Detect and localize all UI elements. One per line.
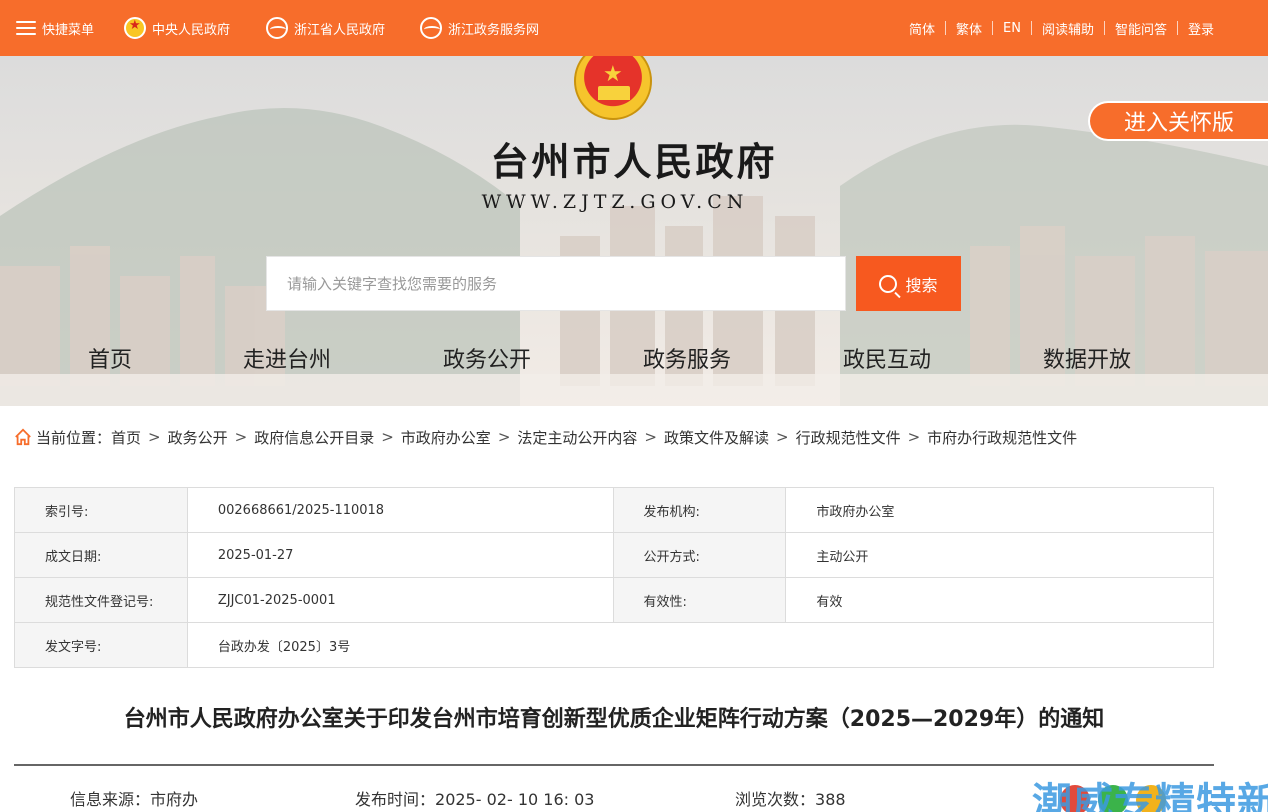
link-zhejiang-gov[interactable]: 浙江省人民政府 bbox=[266, 0, 385, 56]
views-label: 浏览次数： bbox=[735, 790, 816, 809]
home-icon bbox=[15, 428, 31, 446]
site-title: 台州市人民政府 bbox=[490, 139, 778, 184]
link-zhejiang-service-label: 浙江政务服务网 bbox=[448, 22, 540, 38]
views-value: 388 bbox=[815, 790, 846, 809]
document-meta-table: 索引号: 002668661/2025-110018 发布机构: 市政府办公室 … bbox=[14, 487, 1215, 668]
breadcrumb-item[interactable]: 市政府办公室 bbox=[401, 427, 491, 448]
top-bar: 快捷菜单 中央人民政府 浙江省人民政府 浙江政务服务网 简体 繁体 EN 阅读辅… bbox=[0, 0, 1268, 56]
search-icon bbox=[879, 274, 898, 293]
source-value: 市府办 bbox=[150, 790, 199, 809]
breadcrumb-item[interactable]: 首页 bbox=[111, 427, 141, 448]
national-emblem-icon bbox=[124, 17, 146, 39]
chevron-right-icon: > bbox=[776, 428, 789, 446]
table-row: 规范性文件登记号: ZJJC01-2025-0001 有效性: 有效 bbox=[14, 577, 1214, 623]
search-button-label: 搜索 bbox=[905, 275, 938, 295]
breadcrumb-label: 当前位置： bbox=[36, 428, 112, 447]
search-button[interactable]: 搜索 bbox=[856, 256, 961, 311]
breadcrumb-item[interactable]: 政务公开 bbox=[168, 427, 228, 448]
link-central-gov-label: 中央人民政府 bbox=[152, 22, 231, 38]
globe-icon bbox=[420, 17, 442, 39]
docno-label: 发文字号: bbox=[14, 622, 188, 668]
validity-value: 有效 bbox=[785, 577, 1214, 623]
smart-qa-link[interactable]: 智能问答 bbox=[1115, 19, 1167, 38]
breadcrumb-item[interactable]: 市府办行政规范性文件 bbox=[927, 427, 1077, 448]
breadcrumb: 当前位置： 首页 > 政务公开 > 政府信息公开目录 > 市政府办公室 > 法定主动公开… bbox=[14, 425, 1077, 449]
validity-label: 有效性: bbox=[612, 577, 787, 623]
mode-value: 主动公开 bbox=[785, 532, 1214, 578]
nav-interaction[interactable]: 政民互动 bbox=[843, 342, 931, 374]
chevron-right-icon: > bbox=[497, 428, 511, 446]
divider bbox=[992, 21, 993, 35]
simplified-link[interactable]: 简体 bbox=[909, 19, 935, 38]
english-link[interactable]: EN bbox=[1003, 21, 1021, 36]
menu-icon bbox=[16, 21, 36, 35]
chevron-right-icon: > bbox=[644, 428, 657, 446]
index-label: 索引号: bbox=[14, 487, 188, 533]
date-label: 成文日期: bbox=[14, 532, 188, 578]
docno-value: 台政办发〔2025〕3号 bbox=[186, 622, 1215, 668]
reading-aid-link[interactable]: 阅读辅助 bbox=[1042, 19, 1094, 38]
table-row: 成文日期: 2025-01-27 公开方式: 主动公开 bbox=[14, 532, 1214, 578]
info-publish-time: 发布时间：2025- 02- 10 16: 03 bbox=[355, 786, 594, 810]
nav-home[interactable]: 首页 bbox=[88, 342, 132, 374]
divider bbox=[1176, 21, 1178, 35]
link-central-gov[interactable]: 中央人民政府 bbox=[124, 0, 230, 56]
globe-icon bbox=[266, 17, 288, 39]
article-title: 台州市人民政府办公室关于印发台州市培育创新型优质企业矩阵行动方案（2025—20… bbox=[123, 707, 1105, 732]
breadcrumb-item[interactable]: 政策文件及解读 bbox=[664, 427, 769, 448]
nav-gov-services[interactable]: 政务服务 bbox=[643, 342, 731, 374]
breadcrumb-item[interactable]: 行政规范性文件 bbox=[796, 427, 901, 448]
watermark-text: 潮威专精特新 bbox=[1032, 780, 1268, 812]
chevron-right-icon: > bbox=[148, 428, 161, 446]
org-value: 市政府办公室 bbox=[785, 487, 1214, 533]
source-label: 信息来源： bbox=[70, 790, 151, 809]
main-nav: 首页 走进台州 政务公开 政务服务 政民互动 数据开放 bbox=[0, 342, 1268, 378]
login-link[interactable]: 登录 bbox=[1188, 19, 1214, 38]
search-box bbox=[266, 256, 846, 311]
divider bbox=[14, 764, 1214, 766]
quick-menu-label: 快捷菜单 bbox=[42, 22, 95, 38]
banner: ★ 台州市人民政府 WWW.ZJTZ.GOV.CN 进入关怀版 搜索 首页 走进… bbox=[0, 56, 1268, 406]
nav-about-taizhou[interactable]: 走进台州 bbox=[243, 342, 331, 374]
info-views: 浏览次数：388 bbox=[735, 786, 846, 810]
time-value: 2025- 02- 10 16: 03 bbox=[435, 790, 595, 809]
chevron-right-icon: > bbox=[907, 428, 921, 446]
care-version-button[interactable]: 进入关怀版 bbox=[1088, 101, 1268, 141]
table-row: 索引号: 002668661/2025-110018 发布机构: 市政府办公室 bbox=[14, 487, 1214, 533]
reg-value: ZJJC01-2025-0001 bbox=[186, 577, 614, 623]
top-right-links: 简体 繁体 EN 阅读辅助 智能问答 登录 bbox=[909, 0, 1214, 56]
breadcrumb-item[interactable]: 法定主动公开内容 bbox=[517, 427, 637, 448]
nav-gov-affairs[interactable]: 政务公开 bbox=[443, 342, 531, 374]
reg-label: 规范性文件登记号: bbox=[14, 577, 188, 623]
traditional-link[interactable]: 繁体 bbox=[956, 19, 982, 38]
quick-menu-button[interactable]: 快捷菜单 bbox=[16, 0, 94, 56]
chevron-right-icon: > bbox=[234, 428, 248, 446]
divider bbox=[1030, 21, 1032, 35]
mode-label: 公开方式: bbox=[612, 532, 787, 578]
divider bbox=[1103, 21, 1105, 35]
date-value: 2025-01-27 bbox=[186, 532, 614, 578]
index-value: 002668661/2025-110018 bbox=[186, 487, 614, 533]
info-source: 信息来源：市府办 bbox=[70, 786, 198, 810]
divider bbox=[944, 21, 946, 35]
search-input[interactable] bbox=[267, 257, 845, 310]
org-label: 发布机构: bbox=[612, 487, 787, 533]
site-url: WWW.ZJTZ.GOV.CN bbox=[481, 191, 749, 213]
nav-open-data[interactable]: 数据开放 bbox=[1043, 342, 1131, 374]
chevron-right-icon: > bbox=[381, 428, 394, 446]
time-label: 发布时间： bbox=[355, 790, 436, 809]
breadcrumb-item[interactable]: 政府信息公开目录 bbox=[254, 427, 374, 448]
link-zhejiang-service[interactable]: 浙江政务服务网 bbox=[420, 0, 539, 56]
table-row: 发文字号: 台政办发〔2025〕3号 bbox=[14, 622, 1215, 668]
link-zhejiang-gov-label: 浙江省人民政府 bbox=[294, 22, 386, 38]
